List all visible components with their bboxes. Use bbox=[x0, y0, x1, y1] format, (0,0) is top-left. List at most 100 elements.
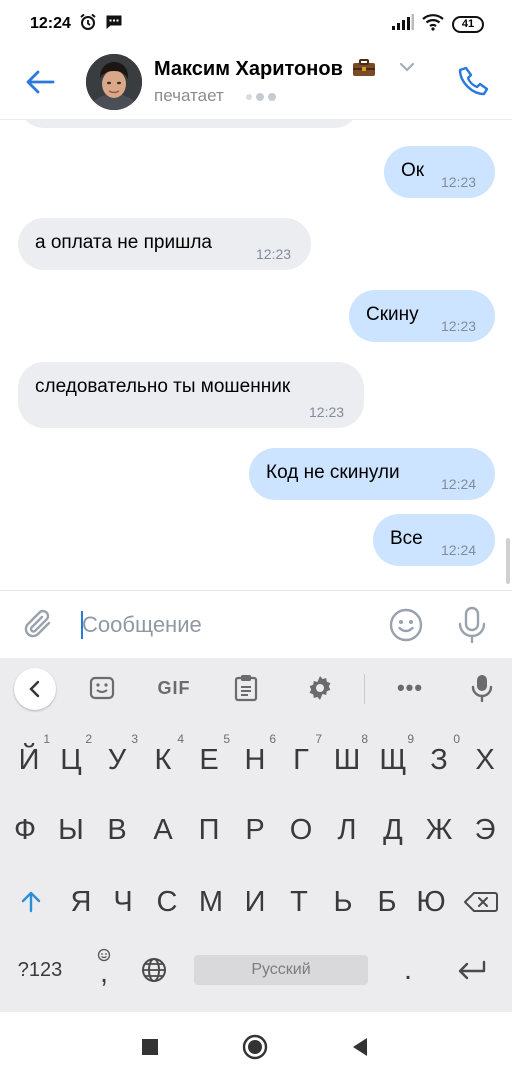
key-hint: 0 bbox=[453, 732, 460, 746]
key-label: И bbox=[244, 885, 266, 918]
key-а[interactable]: А bbox=[142, 808, 184, 852]
space-bar[interactable]: Русский bbox=[194, 955, 368, 985]
voice-message-button[interactable] bbox=[454, 605, 490, 645]
back-nav-button[interactable] bbox=[347, 1034, 373, 1060]
status-time: 12:24 bbox=[30, 15, 71, 32]
sticker-button[interactable] bbox=[82, 670, 122, 706]
key-label: Т bbox=[290, 885, 308, 918]
key-ы[interactable]: Ы bbox=[50, 808, 92, 852]
back-button[interactable] bbox=[22, 64, 58, 100]
system-navigation-bar bbox=[0, 1012, 512, 1080]
key-й[interactable]: Й1 bbox=[8, 732, 50, 782]
keyboard-toolbar: GIF ••• bbox=[0, 658, 512, 718]
key-м[interactable]: М bbox=[190, 880, 232, 924]
key-н[interactable]: Н6 bbox=[234, 732, 276, 782]
key-ч[interactable]: Ч bbox=[102, 880, 144, 924]
message-time: 12:23 bbox=[441, 318, 477, 334]
key-ю[interactable]: Ю bbox=[410, 880, 452, 924]
message-list[interactable]: Ок 12:23 а оплата не пришла 12:23 Скину … bbox=[0, 120, 512, 590]
emoji-button[interactable] bbox=[388, 607, 424, 643]
key-д[interactable]: Д bbox=[372, 808, 414, 852]
key-л[interactable]: Л bbox=[326, 808, 368, 852]
key-label: О bbox=[289, 813, 313, 846]
message-time: 12:23 bbox=[256, 246, 292, 262]
key-ц[interactable]: Ц2 bbox=[50, 732, 92, 782]
key-г[interactable]: Г7 bbox=[280, 732, 322, 782]
message-bubble-incoming[interactable]: следовательно ты мошенник 12:23 bbox=[18, 362, 364, 428]
language-key[interactable] bbox=[136, 950, 172, 990]
contact-name[interactable]: Максим Харитонов bbox=[154, 58, 376, 81]
key-з[interactable]: З0 bbox=[418, 732, 460, 782]
call-button[interactable] bbox=[454, 62, 494, 102]
message-notification-icon bbox=[105, 13, 123, 36]
key-label: П bbox=[198, 813, 220, 846]
sticker-icon bbox=[89, 676, 115, 700]
key-х[interactable]: Х bbox=[464, 738, 506, 782]
period-key[interactable]: . bbox=[388, 950, 428, 990]
key-к[interactable]: К4 bbox=[142, 732, 184, 782]
key-hint: 2 bbox=[85, 732, 92, 746]
shift-key[interactable] bbox=[8, 880, 54, 924]
key-в[interactable]: В bbox=[96, 808, 138, 852]
key-о[interactable]: О bbox=[280, 808, 322, 852]
key-с[interactable]: С bbox=[146, 880, 188, 924]
key-label: Ц bbox=[60, 743, 82, 776]
gif-label: GIF bbox=[157, 677, 191, 698]
globe-icon bbox=[142, 958, 166, 982]
key-ь[interactable]: Ь bbox=[322, 880, 364, 924]
square-icon bbox=[142, 1039, 158, 1055]
message-bubble-incoming[interactable]: а оплата не пришла 12:23 bbox=[18, 218, 311, 270]
clipboard-button[interactable] bbox=[226, 670, 266, 706]
emoji-comma-key[interactable]: , bbox=[84, 946, 124, 990]
key-у[interactable]: У3 bbox=[96, 732, 138, 782]
key-label: Н bbox=[244, 743, 266, 776]
key-ф[interactable]: Ф bbox=[4, 808, 46, 852]
avatar[interactable] bbox=[86, 54, 142, 110]
key-я[interactable]: Я bbox=[60, 880, 102, 924]
keyboard-collapse-button[interactable] bbox=[14, 668, 56, 710]
message-bubble-outgoing[interactable]: Код не скинули 12:24 bbox=[249, 448, 495, 500]
message-input[interactable] bbox=[82, 607, 372, 643]
key-и[interactable]: И bbox=[234, 880, 276, 924]
key-hint: 4 bbox=[177, 732, 184, 746]
key-е[interactable]: Е5 bbox=[188, 732, 230, 782]
message-bubble-outgoing[interactable]: Все 12:24 bbox=[373, 514, 495, 566]
scrollbar[interactable] bbox=[506, 538, 510, 584]
key-р[interactable]: Р bbox=[234, 808, 276, 852]
key-э[interactable]: Э bbox=[464, 808, 506, 852]
recents-button[interactable] bbox=[137, 1034, 163, 1060]
message-text: Все bbox=[390, 528, 423, 549]
home-button[interactable] bbox=[242, 1034, 268, 1060]
key-hint: 6 bbox=[269, 732, 276, 746]
key-п[interactable]: П bbox=[188, 808, 230, 852]
attach-button[interactable] bbox=[22, 607, 58, 643]
message-bubble-outgoing[interactable]: Скину 12:23 bbox=[349, 290, 495, 342]
key-б[interactable]: Б bbox=[366, 880, 408, 924]
gif-button[interactable]: GIF bbox=[152, 670, 196, 706]
key-ж[interactable]: Ж bbox=[418, 808, 460, 852]
on-screen-keyboard: GIF ••• Й1 Ц2 У3 К4 Е5 Н6 Г7 Ш8 Щ9 З0 Х … bbox=[0, 658, 512, 1012]
return-arrow-icon bbox=[458, 960, 486, 980]
chevron-down-icon[interactable] bbox=[399, 62, 415, 72]
key-label: Я bbox=[70, 885, 92, 918]
backspace-key[interactable] bbox=[458, 880, 504, 924]
key-ш[interactable]: Ш8 bbox=[326, 732, 368, 782]
more-options-button[interactable]: ••• bbox=[390, 670, 430, 706]
key-label: . bbox=[403, 953, 413, 986]
key-label: М bbox=[198, 885, 224, 918]
chat-header: Максим Харитонов печатает bbox=[0, 48, 512, 120]
typing-status: печатает bbox=[154, 86, 224, 105]
symbols-key[interactable]: ?123 bbox=[10, 950, 70, 990]
key-hint: 3 bbox=[131, 732, 138, 746]
enter-key[interactable] bbox=[450, 950, 494, 990]
message-time: 12:24 bbox=[441, 542, 477, 558]
keyboard-settings-button[interactable] bbox=[300, 670, 340, 706]
message-bubble-outgoing[interactable]: Ок 12:23 bbox=[384, 146, 495, 198]
message-time: 12:23 bbox=[441, 174, 477, 190]
key-hint: 9 bbox=[407, 732, 414, 746]
key-label: Х bbox=[475, 743, 495, 776]
key-т[interactable]: Т bbox=[278, 880, 320, 924]
keyboard-voice-button[interactable] bbox=[462, 670, 502, 706]
key-щ[interactable]: Щ9 bbox=[372, 732, 414, 782]
toolbar-divider bbox=[364, 674, 365, 704]
